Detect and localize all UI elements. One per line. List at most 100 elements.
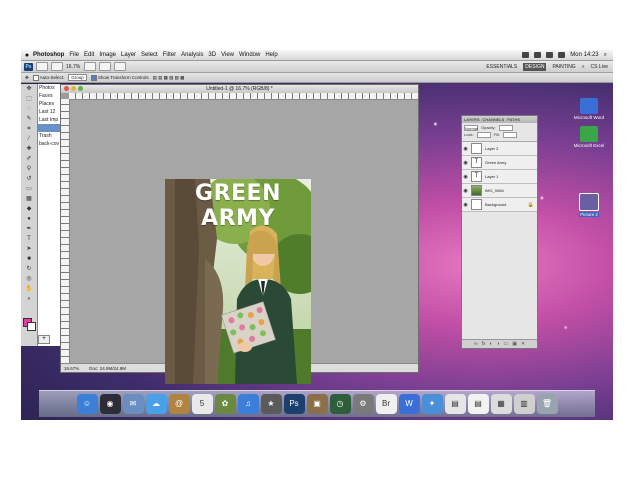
stack-icon[interactable]: ▥ — [513, 394, 535, 414]
menu-item-view[interactable]: View — [221, 52, 234, 58]
menu-item-3d[interactable]: 3D — [208, 52, 216, 58]
launch-bridge-button[interactable] — [36, 62, 48, 71]
bridge-icon[interactable]: Br — [375, 394, 397, 414]
word-icon[interactable]: W — [398, 394, 420, 414]
address-book-icon[interactable]: @ — [168, 394, 190, 414]
crop-tool-icon[interactable]: ⌗ — [24, 125, 34, 134]
menu-item-analysis[interactable]: Analysis — [181, 52, 203, 58]
auto-select-dropdown[interactable]: Group — [68, 74, 87, 81]
move-tool-icon[interactable]: ✥ — [25, 75, 29, 81]
marquee-tool-icon[interactable]: ⬚ — [24, 95, 34, 104]
mini-bridge-item-places[interactable]: Places — [38, 100, 62, 108]
new-layer-icon[interactable]: ▣ — [512, 341, 517, 347]
tab-layers[interactable]: LAYERS — [464, 117, 480, 122]
layer-name[interactable]: IMG_0066 — [485, 188, 504, 193]
dodge-tool-icon[interactable]: ● — [24, 215, 34, 224]
spotlight-icon[interactable]: ⌕ — [604, 52, 607, 59]
menu-item-layer[interactable]: Layer — [121, 52, 136, 58]
menu-item-window[interactable]: Window — [239, 52, 260, 58]
mini-bridge-item-faces[interactable]: Faces — [38, 92, 62, 100]
photoshop-icon[interactable]: Ps — [283, 394, 305, 414]
desktop-icon-excel[interactable]: Microsoft Excel — [569, 126, 609, 148]
mini-bridge-item-trash[interactable]: Trash — [38, 132, 62, 140]
opacity-field[interactable] — [498, 125, 513, 131]
fill-field[interactable] — [502, 132, 517, 138]
arrange-documents-button[interactable] — [99, 62, 112, 71]
document-icon[interactable]: ▤ — [444, 394, 466, 414]
3d-orbit-tool-icon[interactable]: ◎ — [24, 275, 34, 284]
add-icon[interactable]: + — [38, 335, 50, 344]
tab-paths[interactable]: PATHS — [507, 117, 520, 122]
layer-name[interactable]: Layer 1 — [485, 174, 498, 179]
minimize-button[interactable] — [71, 86, 76, 91]
iphoto-icon[interactable]: ✿ — [214, 394, 236, 414]
visibility-eye-icon[interactable]: ◉ — [462, 188, 469, 194]
lock-options[interactable] — [476, 132, 491, 138]
system-preferences-icon[interactable]: ⚙ — [352, 394, 374, 414]
menu-item-file[interactable]: File — [69, 52, 79, 58]
path-select-tool-icon[interactable]: ➤ — [24, 245, 34, 254]
workspace-painting[interactable]: PAINTING — [552, 64, 575, 70]
lasso-tool-icon[interactable]: ◌ — [24, 105, 34, 114]
layer-row[interactable]: ◉ IMG_0066 — [462, 184, 537, 198]
mini-bridge-item-photos[interactable]: Photos — [38, 84, 62, 92]
itunes-icon[interactable]: ♫ — [237, 394, 259, 414]
3d-rotate-tool-icon[interactable]: ↻ — [24, 265, 34, 274]
document-title-bar[interactable]: Untitled-1 @ 16.7% (RGB/8) * — [61, 85, 418, 93]
visibility-eye-icon[interactable]: ◉ — [462, 146, 469, 152]
document-icon-2[interactable]: ▤ — [467, 394, 489, 414]
show-transform-option[interactable]: Show Transform Controls — [90, 74, 149, 81]
pen-tool-icon[interactable]: ✒ — [24, 225, 34, 234]
healing-tool-icon[interactable]: ✚ — [24, 145, 34, 154]
cs-live-button[interactable]: CS Live — [590, 64, 608, 70]
layer-style-icon[interactable]: fx — [482, 341, 486, 347]
preview-icon[interactable]: ▣ — [306, 394, 328, 414]
trash-icon[interactable]: 🗑 — [536, 394, 558, 414]
desktop-icon-word[interactable]: Microsoft Word — [569, 98, 609, 120]
volume-icon[interactable] — [546, 52, 554, 58]
close-button[interactable] — [64, 86, 69, 91]
shape-tool-icon[interactable]: ■ — [24, 255, 34, 264]
background-color-swatch[interactable] — [27, 322, 36, 331]
gradient-tool-icon[interactable]: ▦ — [24, 195, 34, 204]
mini-bridge-item-selected[interactable] — [38, 124, 62, 132]
zoom-level[interactable]: 16.7% — [66, 64, 80, 70]
layer-row[interactable]: ◉ T Layer 1 — [462, 170, 537, 184]
new-group-icon[interactable]: ▭ — [504, 341, 509, 347]
screen-mode-button[interactable] — [114, 62, 127, 71]
mini-bridge-item-last-import[interactable]: Last Imp — [38, 116, 62, 124]
eyedropper-tool-icon[interactable]: ⁄ — [24, 135, 34, 144]
status-doc-size[interactable]: Doc: 24.9M/24.9M — [89, 366, 126, 371]
visibility-eye-icon[interactable]: ◉ — [462, 202, 469, 208]
ichat-icon[interactable]: ☁ — [145, 394, 167, 414]
mini-bridge-item-back-cover[interactable]: back-cov — [38, 140, 62, 148]
finder-icon[interactable]: ☺ — [76, 394, 98, 414]
mail-icon[interactable]: ✉ — [122, 394, 144, 414]
history-brush-tool-icon[interactable]: ↺ — [24, 175, 34, 184]
workspace-design[interactable]: DESIGN — [523, 62, 547, 71]
layer-row[interactable]: ◉ T Green Army — [462, 156, 537, 170]
menu-item-filter[interactable]: Filter — [163, 52, 176, 58]
auto-select-checkbox[interactable] — [32, 74, 39, 81]
blend-mode-dropdown[interactable]: Normal — [464, 125, 478, 131]
link-layers-icon[interactable]: ∞ — [474, 341, 478, 347]
show-transform-checkbox[interactable] — [90, 74, 97, 81]
dashboard-icon[interactable]: ◉ — [99, 394, 121, 414]
type-tool-icon[interactable]: T — [24, 235, 34, 244]
visibility-eye-icon[interactable]: ◉ — [462, 174, 469, 180]
eraser-tool-icon[interactable]: ▭ — [24, 185, 34, 194]
menu-item-edit[interactable]: Edit — [84, 52, 94, 58]
blur-tool-icon[interactable]: ◆ — [24, 205, 34, 214]
app-menu[interactable]: Photoshop — [33, 52, 64, 58]
layer-name[interactable]: Layer 2 — [485, 146, 498, 151]
zoom-tool-icon[interactable]: ⌕ — [24, 295, 34, 304]
wifi-icon[interactable] — [534, 52, 542, 58]
downloads-icon[interactable]: ▦ — [490, 394, 512, 414]
quick-select-tool-icon[interactable]: ✎ — [24, 115, 34, 124]
menu-item-select[interactable]: Select — [141, 52, 158, 58]
more-workspaces-icon[interactable]: » — [582, 64, 585, 70]
hand-tool-icon[interactable]: ✋ — [24, 285, 34, 294]
layer-name[interactable]: Background — [485, 202, 506, 207]
clock[interactable]: Mon 14:23 — [570, 52, 598, 58]
align-icons[interactable]: ▤ ▥ ▦ ▧ ▨ ▩ — [153, 75, 185, 81]
